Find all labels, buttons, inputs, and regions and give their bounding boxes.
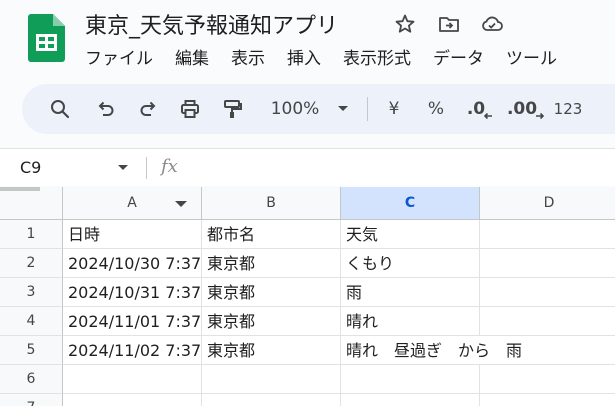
- name-box[interactable]: C9: [20, 158, 41, 177]
- cell-a3[interactable]: 2024/10/31 7:37:: [63, 278, 202, 307]
- row-header-7[interactable]: 7: [0, 394, 63, 406]
- cell-a6[interactable]: [63, 365, 202, 394]
- menu-bar: ファイル 編集 表示 挿入 表示形式 データ ツール: [85, 44, 579, 69]
- cell-c1[interactable]: 天気: [341, 220, 480, 249]
- cell-d2[interactable]: [480, 249, 615, 278]
- move-to-folder-icon[interactable]: [437, 12, 461, 36]
- menu-file[interactable]: ファイル: [85, 44, 153, 69]
- undo-icon: [98, 101, 114, 116]
- row-header-4[interactable]: 4: [0, 307, 63, 336]
- zoom-select[interactable]: 100%: [262, 84, 358, 134]
- menu-format[interactable]: 表示形式: [343, 44, 411, 69]
- chevron-down-icon[interactable]: [117, 164, 129, 172]
- document-title[interactable]: 東京_天気予報通知アプリ: [85, 8, 338, 40]
- cell-a5[interactable]: 2024/11/02 7:37:: [63, 336, 202, 365]
- fx-label: fx: [161, 156, 178, 177]
- sheets-logo-icon[interactable]: [28, 14, 65, 62]
- title-bar: 東京_天気予報通知アプリ ファイル 編集 表示 挿入 表示形式 データ ツール: [0, 0, 615, 76]
- row-header-5[interactable]: 5: [0, 336, 63, 365]
- cell-a7[interactable]: [63, 394, 202, 406]
- column-header-a[interactable]: A: [63, 187, 202, 220]
- decrease-decimal-arrow-icon: [484, 112, 493, 120]
- cell-b4[interactable]: 東京都: [202, 307, 341, 336]
- formula-bar-divider: [146, 157, 147, 179]
- search-icon: [51, 100, 70, 119]
- row-header-3[interactable]: 3: [0, 278, 63, 307]
- cell-c3[interactable]: 雨: [341, 278, 480, 307]
- cell-a4[interactable]: 2024/11/01 7:37:: [63, 307, 202, 336]
- redo-button[interactable]: [130, 84, 166, 134]
- percent-label: %: [427, 99, 445, 119]
- increase-decimal-label: .00: [506, 99, 538, 119]
- currency-format-button[interactable]: ¥: [380, 84, 408, 134]
- cell-a1[interactable]: 日時: [63, 220, 202, 249]
- paint-format-button[interactable]: [214, 84, 250, 134]
- cell-b1[interactable]: 都市名: [202, 220, 341, 249]
- paint-format-icon: [224, 100, 242, 118]
- column-menu-arrow-icon[interactable]: [175, 201, 187, 208]
- currency-label: ¥: [388, 99, 400, 119]
- search-menus-button[interactable]: [42, 84, 78, 134]
- toolbar-divider: [367, 97, 368, 121]
- percent-format-button[interactable]: %: [422, 84, 450, 134]
- formula-bar: C9 fx: [0, 148, 615, 186]
- freeze-handle[interactable]: [0, 187, 40, 191]
- row-header-1[interactable]: 1: [0, 220, 63, 249]
- cell-d1[interactable]: [480, 220, 615, 249]
- cell-b3[interactable]: 東京都: [202, 278, 341, 307]
- row-header-2[interactable]: 2: [0, 249, 63, 278]
- cell-b2[interactable]: 東京都: [202, 249, 341, 278]
- column-header-c[interactable]: C: [341, 187, 480, 220]
- menu-data[interactable]: データ: [433, 44, 484, 69]
- cell-a2[interactable]: 2024/10/30 7:37:: [63, 249, 202, 278]
- cell-d4[interactable]: [480, 307, 615, 336]
- cell-b6[interactable]: [202, 365, 341, 394]
- column-header-d[interactable]: D: [480, 187, 615, 220]
- formula-input[interactable]: [200, 155, 600, 181]
- cell-c2[interactable]: くもり: [341, 249, 480, 278]
- cell-b5[interactable]: 東京都: [202, 336, 341, 365]
- spreadsheet-grid: A B C D 1 日時 都市名 天気 2 2024/10/30 7:37: 東…: [0, 187, 615, 406]
- menu-edit[interactable]: 編集: [175, 44, 209, 69]
- number-format-label: 123: [553, 100, 583, 118]
- cell-d3[interactable]: [480, 278, 615, 307]
- cell-c5[interactable]: 晴れ 昼過ぎ から 雨: [341, 336, 522, 365]
- decrease-decimal-button[interactable]: .0: [462, 84, 498, 134]
- toolbar: 100% ¥ % .0 .00 123: [22, 84, 615, 134]
- select-all-corner[interactable]: [0, 187, 63, 220]
- print-icon: [181, 100, 199, 118]
- redo-icon: [140, 101, 156, 116]
- menu-view[interactable]: 表示: [231, 44, 265, 69]
- cell-d6[interactable]: [480, 365, 615, 394]
- number-format-button[interactable]: 123: [550, 84, 586, 134]
- star-icon[interactable]: [393, 12, 417, 36]
- menu-insert[interactable]: 挿入: [287, 44, 321, 69]
- cell-c4[interactable]: 晴れ: [341, 307, 480, 336]
- cell-d7[interactable]: [480, 394, 615, 406]
- zoom-value: 100%: [270, 99, 320, 119]
- cloud-status-icon[interactable]: [480, 12, 504, 36]
- increase-decimal-button[interactable]: .00: [506, 84, 546, 134]
- print-button[interactable]: [172, 84, 208, 134]
- increase-decimal-arrow-icon: [536, 112, 545, 120]
- cell-b7[interactable]: [202, 394, 341, 406]
- undo-button[interactable]: [88, 84, 124, 134]
- cell-c7[interactable]: [341, 394, 480, 406]
- row-header-6[interactable]: 6: [0, 365, 63, 394]
- chevron-down-icon: [338, 106, 349, 111]
- column-header-b[interactable]: B: [202, 187, 341, 220]
- menu-tools[interactable]: ツール: [506, 44, 557, 69]
- cell-c6[interactable]: [341, 365, 480, 394]
